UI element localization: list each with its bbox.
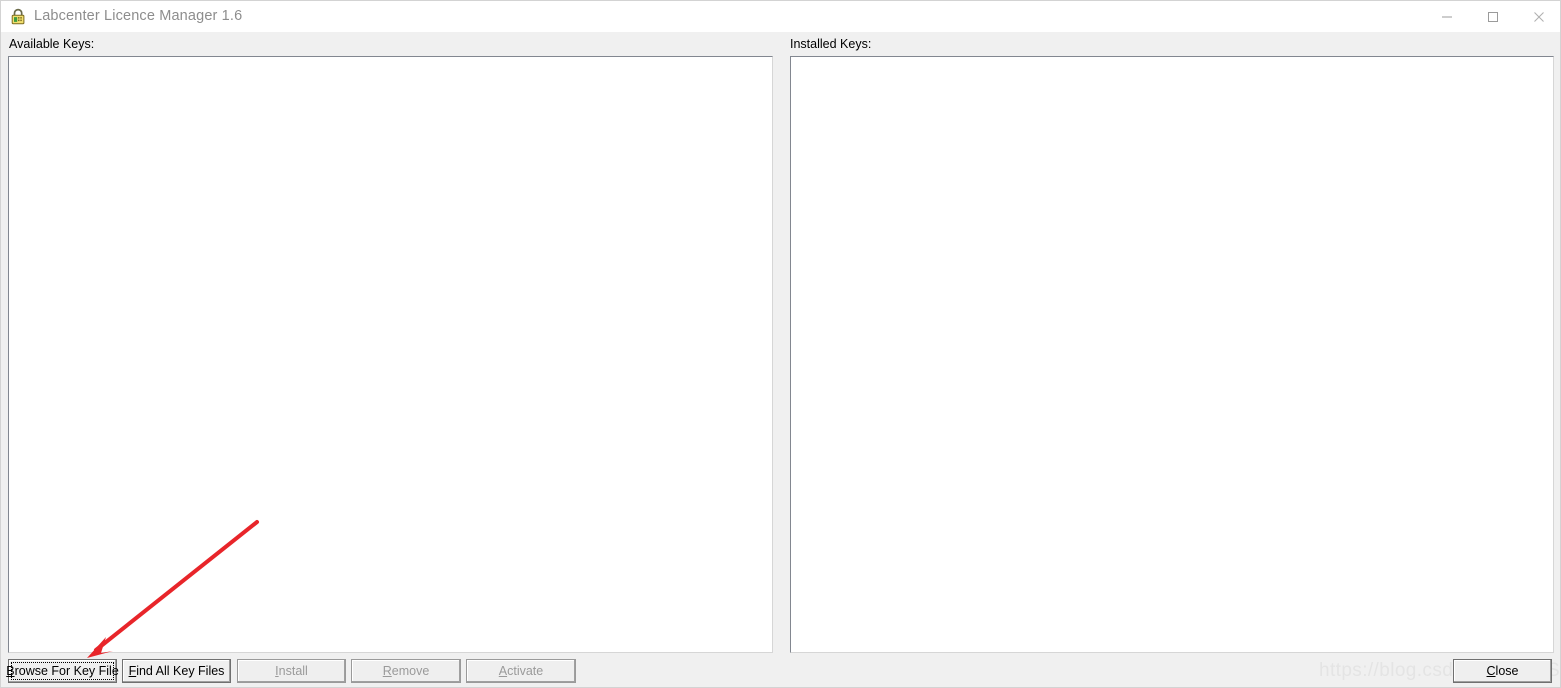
maximize-icon: [1487, 11, 1499, 23]
padlock-icon: [10, 8, 27, 25]
find-all-key-files-button[interactable]: Find All Key Files: [122, 659, 231, 683]
minimize-icon: [1441, 11, 1453, 23]
find-all-accelerator: F: [128, 664, 137, 678]
maximize-button[interactable]: [1470, 1, 1516, 32]
remove-label: emove: [391, 664, 430, 678]
installed-keys-label: Installed Keys:: [790, 37, 872, 51]
close-accelerator: C: [1486, 664, 1496, 678]
licence-manager-window: Labcenter Licence Manager 1.6 Available …: [0, 0, 1561, 688]
browse-for-key-file-button[interactable]: Browse For Key File: [6, 659, 119, 683]
browse-accelerator: B: [6, 664, 15, 678]
available-keys-listbox[interactable]: [8, 56, 773, 653]
install-label: nstall: [278, 664, 308, 678]
available-keys-label: Available Keys:: [9, 37, 95, 51]
browse-label: rowse For Key File: [14, 664, 119, 678]
close-dialog-button[interactable]: Close: [1453, 659, 1552, 683]
find-all-label: ind All Key Files: [136, 664, 225, 678]
close-icon: [1533, 11, 1545, 23]
minimize-button[interactable]: [1424, 1, 1470, 32]
installed-keys-listbox[interactable]: [790, 56, 1554, 653]
activate-button: Activate: [466, 659, 576, 683]
activate-accelerator: A: [498, 664, 508, 678]
activate-label: ctivate: [507, 664, 544, 678]
close-label: lose: [1495, 664, 1519, 678]
remove-accelerator: R: [382, 664, 392, 678]
close-button[interactable]: [1516, 1, 1560, 32]
window-controls: [1424, 1, 1560, 32]
window-title: Labcenter Licence Manager 1.6: [34, 8, 243, 24]
remove-button: Remove: [351, 659, 461, 683]
install-button: Install: [237, 659, 346, 683]
title-bar: Labcenter Licence Manager 1.6: [1, 1, 1560, 33]
client-area: Available Keys: Installed Keys: https://…: [1, 32, 1560, 687]
